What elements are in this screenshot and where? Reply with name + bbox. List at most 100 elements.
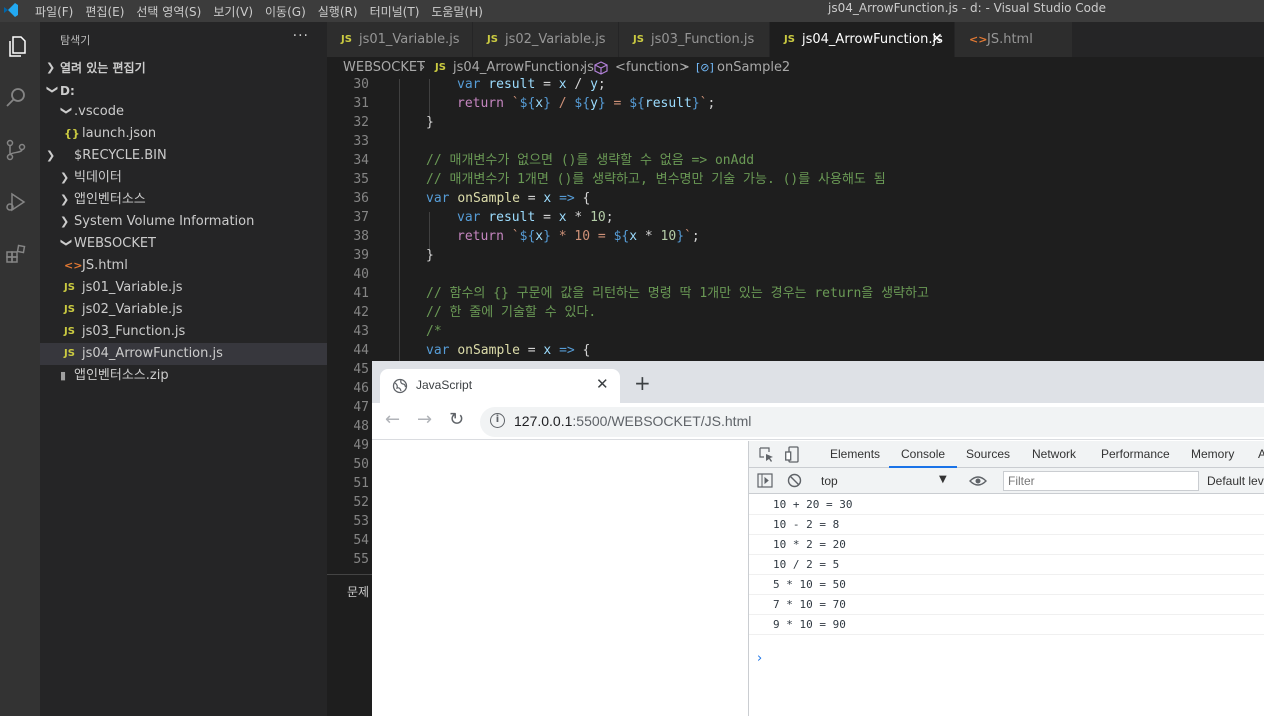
tree-item-label: 앱인벤터소스.zip (74, 368, 169, 383)
js-file-icon: JS (64, 326, 75, 337)
tree-item-label: 앱인벤터소스 (74, 192, 146, 207)
browser-tab-strip: JavaScript ✕ + (372, 361, 1264, 403)
editor-tabs: JS js01_Variable.js JS js02_Variable.js … (327, 22, 1264, 57)
extensions-icon[interactable] (4, 242, 28, 266)
code-comment: // 매개변수가 없으면 ()를 생략할 수 없음 => onAdd (426, 153, 755, 168)
tree-item-js-html[interactable]: <> JS.html (40, 255, 327, 277)
back-arrow-icon[interactable]: ← (385, 409, 400, 430)
clear-console-icon[interactable] (787, 473, 802, 488)
page-viewport[interactable] (372, 441, 748, 716)
tab-js02[interactable]: JS js02_Variable.js (473, 22, 619, 57)
variable-icon: [⊘] (696, 61, 714, 74)
reload-icon[interactable]: ↻ (449, 409, 464, 430)
panel-tab-problems[interactable]: 문제 (347, 583, 369, 600)
menu-edit[interactable]: 편집(E) (85, 3, 124, 20)
log-levels-dropdown[interactable]: Default lev (1207, 474, 1264, 488)
new-tab-button[interactable]: + (634, 371, 651, 395)
tree-item-recycle-bin[interactable]: ❯ $RECYCLE.BIN (40, 145, 327, 167)
json-file-icon: {} (64, 127, 80, 140)
devtools-panel: Elements Console Sources Network Perform… (748, 441, 1264, 716)
line-number: 53 (353, 514, 369, 529)
more-actions-button[interactable]: ··· (293, 28, 309, 44)
tab-js03[interactable]: JS js03_Function.js (619, 22, 770, 57)
tree-item-zip[interactable]: ▮ 앱인벤터소스.zip (40, 365, 327, 387)
context-selector[interactable]: top (821, 474, 838, 488)
devtools-tab-console[interactable]: Console (889, 441, 958, 468)
tree-item-websocket[interactable]: ❯ WEBSOCKET (40, 233, 327, 255)
browser-tab[interactable]: JavaScript ✕ (380, 369, 620, 403)
line-number: 39 (353, 248, 369, 263)
browser-toolbar: ← → ↻ i 127.0.0.1:5500/WEBSOCKET/JS.html (372, 403, 1264, 440)
devtools-tab-memory[interactable]: Memory (1191, 441, 1234, 468)
tree-item-js04[interactable]: JS js04_ArrowFunction.js (40, 343, 327, 365)
line-number: 47 (353, 400, 369, 415)
menu-terminal[interactable]: 터미널(T) (370, 3, 420, 20)
explorer-icon[interactable] (6, 34, 30, 58)
url-text: 127.0.0.1:5500/WEBSOCKET/JS.html (514, 413, 751, 429)
open-editors-section[interactable]: ❯ 열려 있는 편집기 (40, 57, 327, 79)
console-text: 10 - 2 = 8 (773, 518, 840, 531)
console-text: 5 * 10 = 50 (773, 578, 846, 591)
devtools-tab-sources[interactable]: Sources (966, 441, 1010, 468)
devtools-tab-more[interactable]: A (1258, 441, 1264, 468)
menu-help[interactable]: 도움말(H) (431, 3, 483, 20)
chevron-right-icon: ❯ (60, 215, 70, 228)
line-number: 36 (353, 191, 369, 206)
tree-item-vscode[interactable]: ❯ .vscode (40, 101, 327, 123)
chevron-right-icon: ❯ (46, 61, 56, 74)
line-number: 51 (353, 476, 369, 491)
code-line-30: var result = x / y; (457, 77, 606, 92)
source-control-icon[interactable] (4, 138, 28, 162)
tab-js01[interactable]: JS js01_Variable.js (327, 22, 473, 57)
console-filter-input[interactable]: Filter (1003, 471, 1199, 491)
menu-selection[interactable]: 선택 영역(S) (136, 3, 201, 20)
tree-item-bigdata[interactable]: ❯ 빅데이터 (40, 167, 327, 189)
console-text: 10 * 2 = 20 (773, 538, 846, 551)
breadcrumb-function[interactable]: <function> (615, 57, 690, 79)
eye-icon[interactable] (969, 475, 987, 487)
device-toolbar-icon[interactable] (785, 446, 799, 463)
console-message: 10 * 2 = 20 (749, 535, 1264, 555)
tree-item-js01[interactable]: JS js01_Variable.js (40, 277, 327, 299)
code-line-39: } (426, 248, 434, 263)
info-icon[interactable]: i (490, 413, 505, 428)
devtools-tab-elements[interactable]: Elements (830, 441, 880, 468)
forward-arrow-icon[interactable]: → (417, 409, 432, 430)
tree-item-launch-json[interactable]: {} launch.json (40, 123, 327, 145)
tree-item-js03[interactable]: JS js03_Function.js (40, 321, 327, 343)
cube-icon (594, 61, 608, 75)
tree-item-label: System Volume Information (74, 214, 255, 229)
inspect-element-icon[interactable] (759, 447, 774, 462)
tree-item-system-volume[interactable]: ❯ System Volume Information (40, 211, 327, 233)
tree-item-label: WEBSOCKET (74, 236, 156, 251)
menu-run[interactable]: 실행(R) (318, 3, 358, 20)
console-message: 10 - 2 = 8 (749, 515, 1264, 535)
tab-js-html[interactable]: <> JS.html (955, 22, 1073, 57)
sidebar-toggle-icon[interactable] (757, 473, 773, 488)
run-debug-icon[interactable] (4, 190, 28, 214)
console-prompt[interactable]: › (757, 651, 762, 666)
devtools-tab-network[interactable]: Network (1032, 441, 1076, 468)
root-folder[interactable]: ❯ D: (40, 80, 327, 102)
tree-item-appinventor[interactable]: ❯ 앱인벤터소스 (40, 189, 327, 211)
address-bar[interactable]: i 127.0.0.1:5500/WEBSOCKET/JS.html (480, 407, 1264, 437)
console-text: 10 + 20 = 30 (773, 498, 853, 511)
dropdown-arrow-icon[interactable]: ▼ (939, 474, 947, 485)
line-number: 45 (353, 362, 369, 377)
menu-go[interactable]: 이동(G) (265, 3, 306, 20)
html-file-icon: <> (64, 259, 83, 272)
tab-js04[interactable]: JS js04_ArrowFunction.js ✕ (770, 22, 955, 57)
line-number: 46 (353, 381, 369, 396)
menu-file[interactable]: 파일(F) (35, 3, 73, 20)
search-icon[interactable] (4, 86, 28, 110)
console-text: 9 * 10 = 90 (773, 618, 846, 631)
devtools-tab-performance[interactable]: Performance (1101, 441, 1170, 468)
tree-item-js02[interactable]: JS js02_Variable.js (40, 299, 327, 321)
menu-view[interactable]: 보기(V) (213, 3, 253, 20)
js-file-icon: JS (435, 62, 446, 73)
close-icon[interactable]: ✕ (596, 375, 609, 393)
breadcrumb-symbol[interactable]: onSample2 (717, 57, 790, 79)
close-icon[interactable]: ✕ (931, 22, 943, 57)
tab-label: js02_Variable.js (505, 32, 606, 47)
line-number: 50 (353, 457, 369, 472)
